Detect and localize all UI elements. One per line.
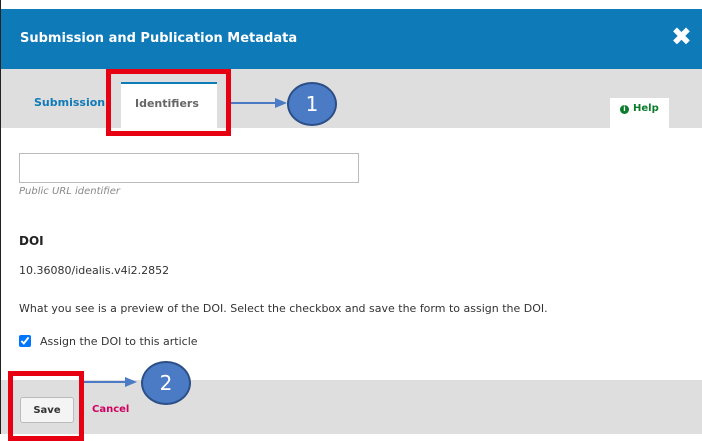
arrow-1 (231, 98, 287, 108)
annotation-arrows (84, 98, 287, 387)
callout-1: 1 (287, 82, 337, 126)
callout-2: 2 (141, 361, 191, 405)
arrow-2 (84, 377, 137, 387)
